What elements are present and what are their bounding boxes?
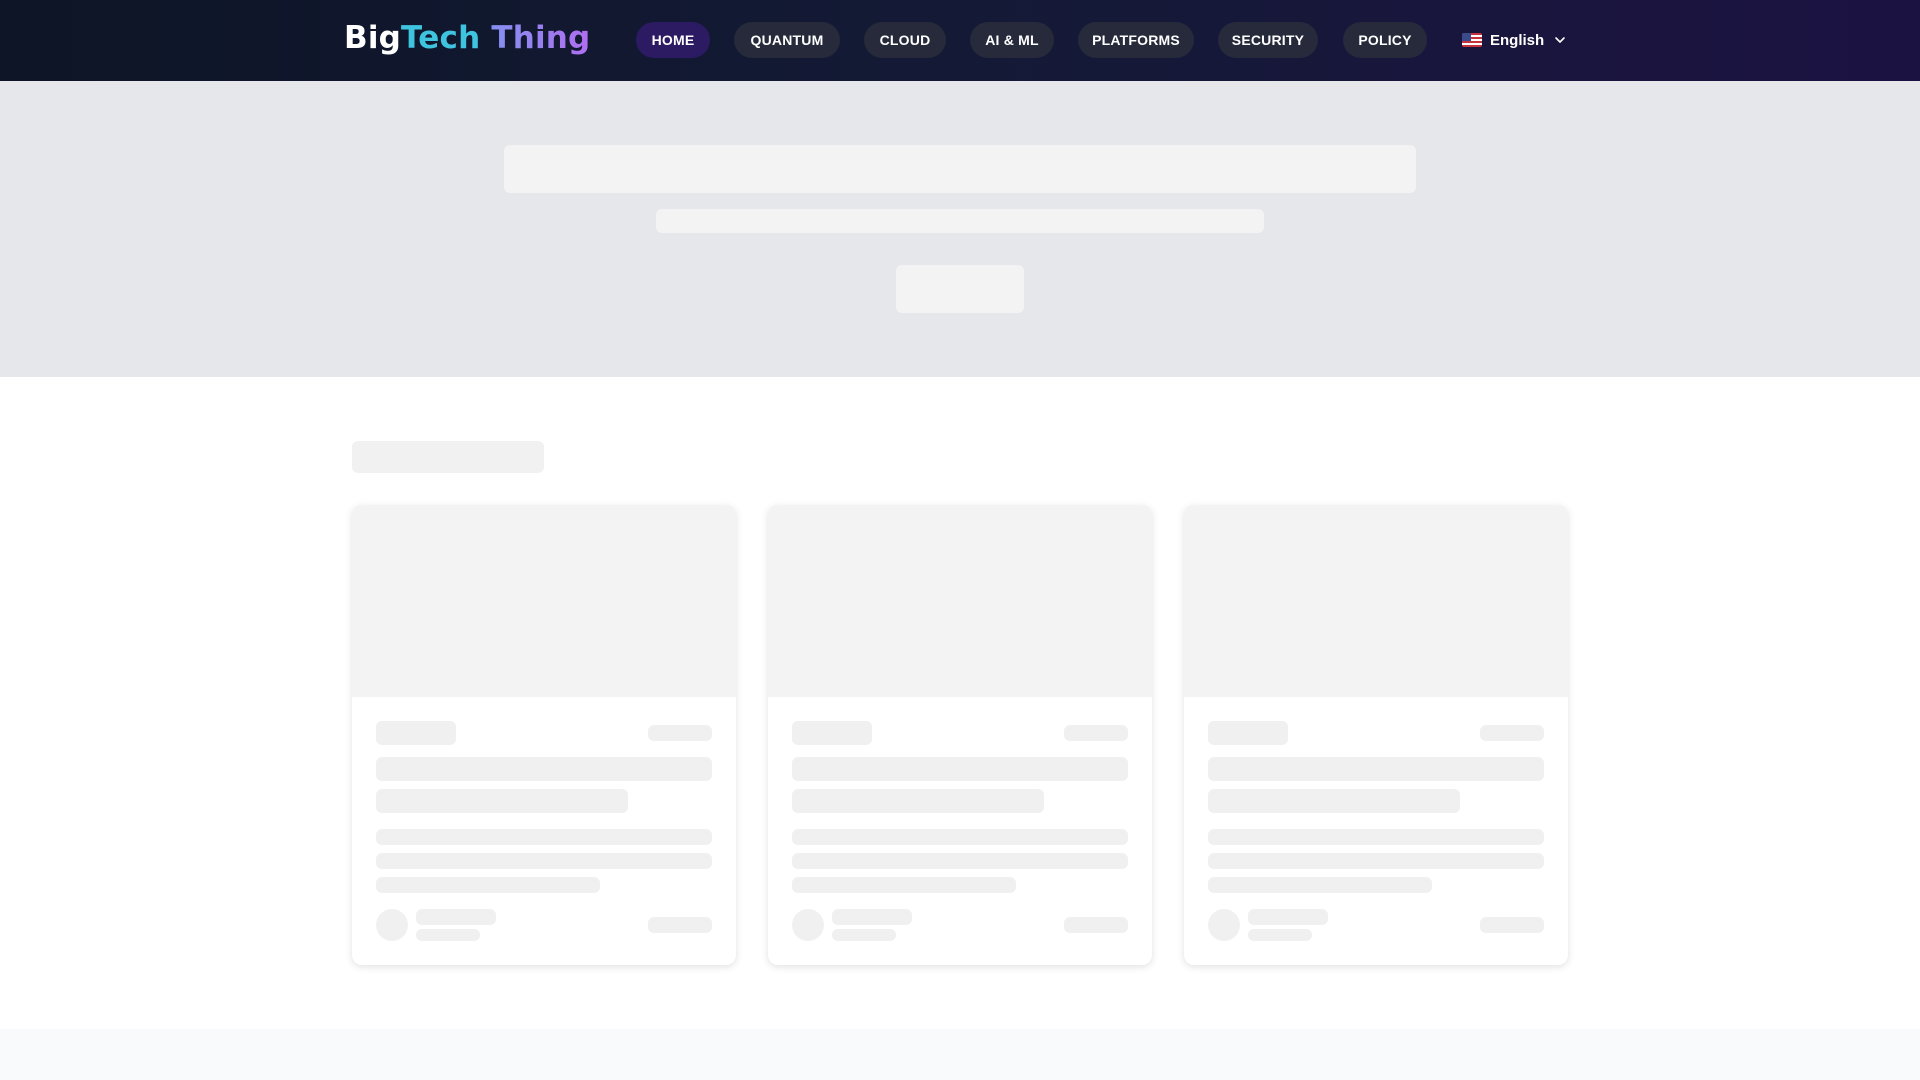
card-title-line-placeholder <box>1208 757 1544 781</box>
card-date-placeholder <box>1064 725 1128 741</box>
nav-item-home[interactable]: HOME <box>636 22 710 58</box>
card-text-line-placeholder <box>376 853 712 869</box>
author-name-placeholder <box>1248 909 1328 925</box>
card-text-line-placeholder <box>792 877 1016 893</box>
hero-subtitle-placeholder <box>656 209 1264 233</box>
author-avatar-placeholder <box>376 909 408 941</box>
card-readtime-placeholder <box>1064 917 1128 933</box>
card-category-placeholder <box>376 721 456 745</box>
nav-item-cloud[interactable]: CLOUD <box>864 22 946 58</box>
card-text-line-placeholder <box>376 829 712 845</box>
card-image-placeholder <box>1184 505 1568 697</box>
hero-button-placeholder <box>896 265 1024 313</box>
language-label: English <box>1490 31 1545 49</box>
footer-region <box>0 1029 1920 1080</box>
card-title-line-placeholder <box>792 757 1128 781</box>
article-card-skeleton <box>352 505 736 965</box>
card-date-placeholder <box>1480 725 1544 741</box>
card-date-placeholder <box>648 725 712 741</box>
hero-title-placeholder <box>504 145 1416 193</box>
brand-logo-thing: Thing <box>480 20 591 56</box>
top-navigation-bar: BigTech Thing HOME QUANTUM CLOUD AI & ML… <box>0 0 1920 81</box>
card-text-line-placeholder <box>376 877 600 893</box>
card-title-line-placeholder <box>376 789 628 813</box>
card-title-line-placeholder <box>792 789 1044 813</box>
author-meta-placeholder <box>1248 929 1312 941</box>
author-name-placeholder <box>416 909 496 925</box>
card-title-line-placeholder <box>376 757 712 781</box>
author-name-placeholder <box>832 909 912 925</box>
card-text-line-placeholder <box>792 829 1128 845</box>
nav-item-platforms[interactable]: PLATFORMS <box>1078 22 1194 58</box>
section-title-placeholder <box>352 441 544 473</box>
author-meta-placeholder <box>832 929 896 941</box>
brand-logo[interactable]: BigTech Thing <box>344 20 590 56</box>
nav-item-policy[interactable]: POLICY <box>1343 22 1427 58</box>
article-card-skeleton <box>768 505 1152 965</box>
card-text-line-placeholder <box>1208 829 1544 845</box>
card-text-line-placeholder <box>1208 877 1432 893</box>
card-category-placeholder <box>792 721 872 745</box>
card-text-line-placeholder <box>792 853 1128 869</box>
chevron-down-icon <box>1555 37 1565 43</box>
card-image-placeholder <box>768 505 1152 697</box>
card-category-placeholder <box>1208 721 1288 745</box>
card-readtime-placeholder <box>1480 917 1544 933</box>
article-card-skeleton <box>1184 505 1568 965</box>
author-meta-placeholder <box>416 929 480 941</box>
nav-item-quantum[interactable]: QUANTUM <box>734 22 840 58</box>
nav-item-security[interactable]: SECURITY <box>1218 22 1318 58</box>
hero-section-skeleton <box>0 81 1920 377</box>
card-readtime-placeholder <box>648 917 712 933</box>
author-avatar-placeholder <box>792 909 824 941</box>
card-text-line-placeholder <box>1208 853 1544 869</box>
brand-logo-big: Big <box>344 20 402 56</box>
card-title-line-placeholder <box>1208 789 1460 813</box>
card-image-placeholder <box>352 505 736 697</box>
language-selector[interactable]: English <box>1462 22 1566 58</box>
us-flag-icon <box>1462 33 1482 47</box>
nav-item-ai-ml[interactable]: AI & ML <box>970 22 1054 58</box>
author-avatar-placeholder <box>1208 909 1240 941</box>
brand-logo-tech: Tech <box>401 20 481 56</box>
